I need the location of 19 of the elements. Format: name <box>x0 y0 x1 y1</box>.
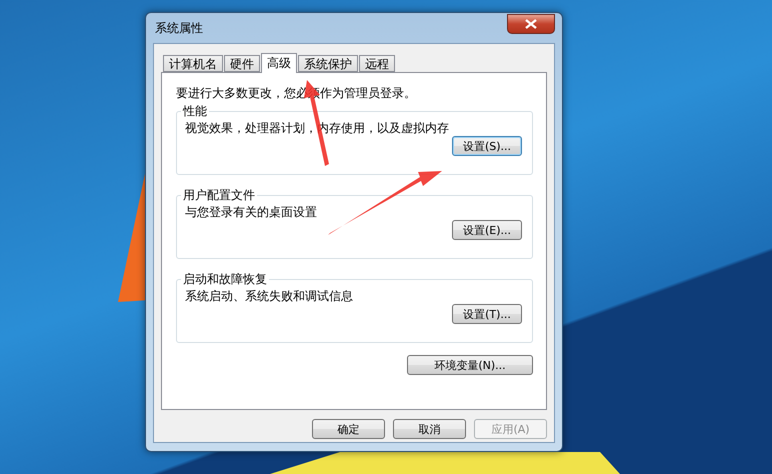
group-title: 启动和故障恢复 <box>182 271 268 288</box>
group-title: 性能 <box>182 103 208 120</box>
dialog-button[interactable]: 确定 <box>312 419 385 439</box>
settings-button[interactable]: 设置(S)... <box>452 136 522 156</box>
group-title: 用户配置文件 <box>182 187 256 204</box>
window-title: 系统属性 <box>154 20 203 36</box>
group-description: 系统启动、系统失败和调试信息 <box>185 288 354 304</box>
close-icon <box>525 19 537 29</box>
tab[interactable]: 计算机名 <box>163 55 223 72</box>
tab[interactable]: 远程 <box>359 55 395 72</box>
dialog-button[interactable]: 取消 <box>393 419 466 439</box>
close-button[interactable] <box>507 14 555 34</box>
tab[interactable]: 硬件 <box>224 55 260 72</box>
tab[interactable]: 高级 <box>261 53 297 73</box>
environment-variables-button[interactable]: 环境变量(N)... <box>407 355 533 375</box>
settings-button[interactable]: 设置(T)... <box>452 304 522 324</box>
group-description: 与您登录有关的桌面设置 <box>185 204 318 220</box>
settings-button[interactable]: 设置(E)... <box>452 220 522 240</box>
tab[interactable]: 系统保护 <box>298 55 358 72</box>
